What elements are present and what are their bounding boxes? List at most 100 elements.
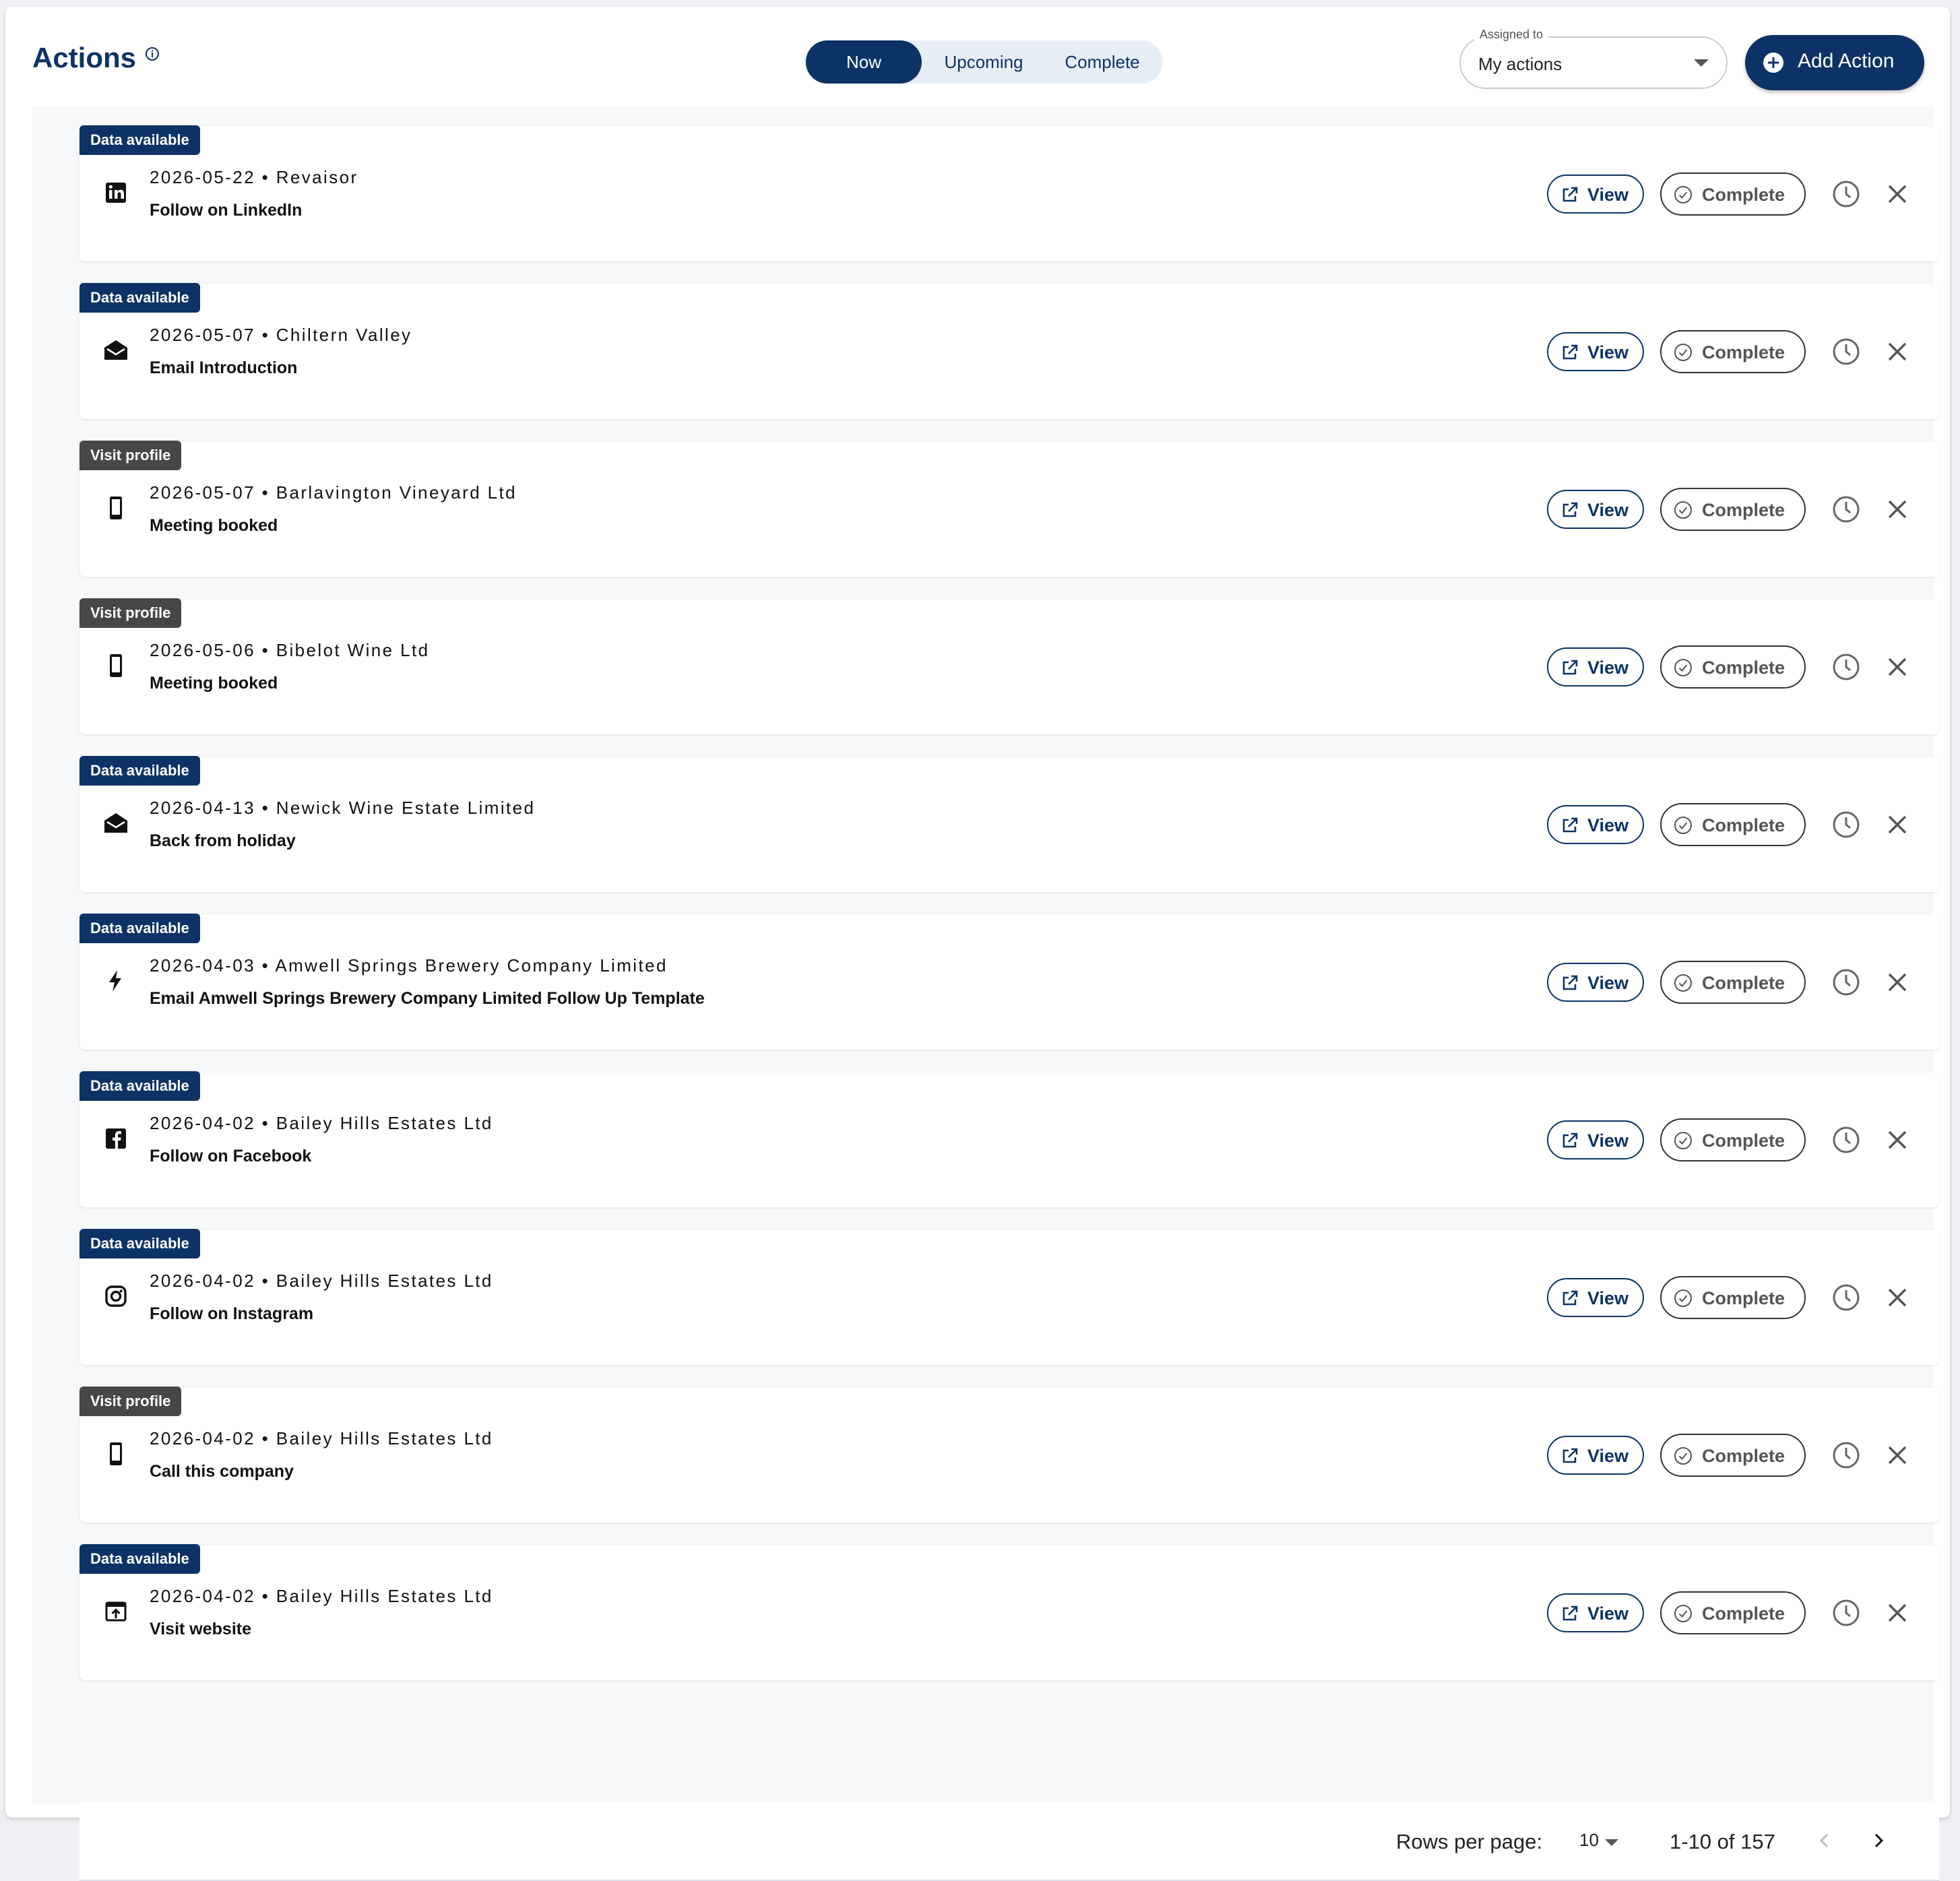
assigned-to-select[interactable]: Assigned to My actions: [1459, 28, 1728, 89]
view-button[interactable]: View: [1547, 647, 1644, 687]
view-button[interactable]: View: [1547, 805, 1644, 844]
action-company: Bailey Hills Estates Ltd: [276, 1271, 493, 1291]
close-icon[interactable]: [1884, 1284, 1911, 1311]
view-button[interactable]: View: [1547, 1278, 1644, 1317]
complete-button[interactable]: Complete: [1660, 1591, 1806, 1634]
check-circle-icon: [1674, 1605, 1692, 1622]
action-title: Back from holiday: [150, 831, 296, 850]
complete-button[interactable]: Complete: [1660, 172, 1806, 216]
status-tabs: Now Upcoming Complete: [804, 40, 1163, 84]
caret-down-icon: [1694, 59, 1709, 67]
chevron-left-icon[interactable]: [1812, 1828, 1837, 1853]
status-badge[interactable]: Data available: [80, 1544, 200, 1574]
complete-button[interactable]: Complete: [1660, 1276, 1806, 1319]
view-button[interactable]: View: [1547, 332, 1644, 371]
clock-icon[interactable]: [1831, 337, 1861, 366]
complete-button[interactable]: Complete: [1660, 488, 1806, 531]
tab-now[interactable]: Now: [806, 40, 922, 84]
complete-button[interactable]: Complete: [1660, 645, 1806, 689]
complete-button[interactable]: Complete: [1660, 1434, 1806, 1477]
complete-button[interactable]: Complete: [1660, 961, 1806, 1004]
action-card: Visit profile 2026-04-02 • Bailey Hills …: [80, 1386, 1939, 1523]
website-icon: [102, 1598, 129, 1625]
caret-down-icon[interactable]: [1605, 1839, 1618, 1846]
tab-upcoming[interactable]: Upcoming: [924, 40, 1043, 84]
action-company: Bibelot Wine Ltd: [276, 640, 430, 660]
status-badge[interactable]: Visit profile: [80, 598, 182, 628]
info-icon[interactable]: [144, 46, 160, 62]
action-title: Visit website: [150, 1620, 251, 1638]
view-label: View: [1587, 342, 1629, 362]
complete-button[interactable]: Complete: [1660, 330, 1806, 373]
view-button[interactable]: View: [1547, 174, 1644, 214]
view-button[interactable]: View: [1547, 963, 1644, 1002]
clock-icon[interactable]: [1831, 1125, 1861, 1155]
action-meta: 2026-04-02 • Bailey Hills Estates Ltd: [150, 1271, 493, 1292]
status-badge[interactable]: Data available: [80, 1229, 200, 1258]
complete-button[interactable]: Complete: [1660, 1118, 1806, 1161]
action-company: Newick Wine Estate Limited: [276, 798, 536, 818]
status-badge[interactable]: Visit profile: [80, 1386, 182, 1416]
status-badge[interactable]: Data available: [80, 756, 200, 786]
clock-icon[interactable]: [1831, 967, 1861, 997]
close-icon[interactable]: [1884, 338, 1911, 365]
close-icon[interactable]: [1884, 1126, 1911, 1153]
action-card: Data available 2026-04-02 • Bailey Hills…: [80, 1229, 1939, 1365]
action-title: Call this company: [150, 1462, 294, 1481]
action-meta: 2026-04-13 • Newick Wine Estate Limited: [150, 798, 535, 819]
clock-icon[interactable]: [1831, 1440, 1861, 1470]
close-icon[interactable]: [1884, 1599, 1911, 1626]
assigned-to-label: Assigned to: [1474, 28, 1549, 42]
action-meta: 2026-05-22 • Revaisor: [150, 167, 358, 188]
view-button[interactable]: View: [1547, 1120, 1644, 1159]
clock-icon[interactable]: [1831, 495, 1861, 524]
rows-per-page-select[interactable]: 10: [1579, 1830, 1599, 1851]
view-label: View: [1587, 1446, 1629, 1466]
page-range: 1-10 of 157: [1670, 1830, 1775, 1853]
close-icon[interactable]: [1884, 969, 1911, 996]
close-icon[interactable]: [1884, 653, 1911, 680]
clock-icon[interactable]: [1831, 810, 1861, 839]
clock-icon[interactable]: [1831, 179, 1861, 209]
phone-icon: [102, 1440, 129, 1467]
close-icon[interactable]: [1884, 811, 1911, 838]
view-label: View: [1587, 1288, 1629, 1308]
facebook-icon: [102, 1125, 129, 1152]
lightning-icon: [102, 967, 129, 994]
view-label: View: [1587, 1603, 1629, 1624]
status-badge[interactable]: Data available: [80, 283, 200, 313]
clock-icon[interactable]: [1831, 652, 1861, 682]
close-icon[interactable]: [1884, 496, 1911, 523]
phone-icon: [102, 495, 129, 521]
meta-separator: •: [255, 1428, 276, 1448]
clock-icon[interactable]: [1831, 1598, 1861, 1628]
action-card: Data available 2026-05-22 • Revaisor Fol…: [80, 125, 1939, 261]
action-card: Visit profile 2026-05-07 • Barlavington …: [80, 441, 1939, 577]
view-button[interactable]: View: [1547, 1593, 1644, 1632]
status-badge[interactable]: Data available: [80, 125, 200, 155]
close-icon[interactable]: [1884, 1442, 1911, 1469]
complete-button[interactable]: Complete: [1660, 803, 1806, 846]
action-card: Data available 2026-04-03 • Amwell Sprin…: [80, 914, 1939, 1050]
action-company: Revaisor: [276, 167, 358, 187]
check-circle-icon: [1674, 1447, 1692, 1465]
status-badge[interactable]: Data available: [80, 914, 200, 943]
meta-separator: •: [255, 167, 276, 187]
action-date: 2026-04-13: [150, 798, 255, 818]
close-icon[interactable]: [1884, 181, 1911, 208]
clock-icon[interactable]: [1831, 1283, 1861, 1312]
action-meta: 2026-04-02 • Bailey Hills Estates Ltd: [150, 1586, 493, 1607]
add-action-label: Add Action: [1798, 50, 1895, 72]
external-link-icon: [1562, 187, 1578, 202]
action-date: 2026-04-03: [150, 955, 255, 976]
view-button[interactable]: View: [1547, 1436, 1644, 1475]
view-button[interactable]: View: [1547, 490, 1644, 529]
add-action-button[interactable]: Add Action: [1745, 35, 1924, 90]
chevron-right-icon[interactable]: [1866, 1828, 1891, 1853]
tab-complete[interactable]: Complete: [1044, 40, 1160, 84]
complete-label: Complete: [1702, 1130, 1785, 1151]
assigned-to-value: My actions: [1478, 54, 1562, 74]
status-badge[interactable]: Data available: [80, 1071, 200, 1101]
complete-label: Complete: [1702, 1288, 1785, 1308]
status-badge[interactable]: Visit profile: [80, 441, 182, 470]
